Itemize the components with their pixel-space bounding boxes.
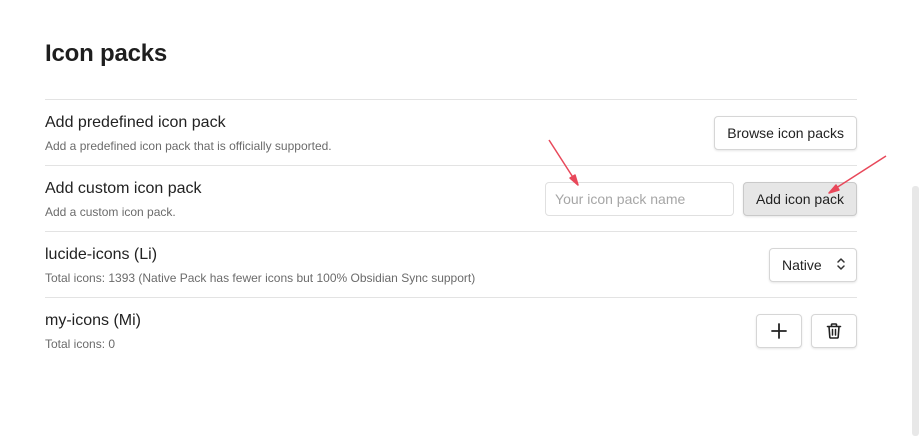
setting-control: Add icon pack	[545, 182, 857, 216]
setting-description: Total icons: 1393 (Native Pack has fewer…	[45, 271, 476, 285]
setting-name: lucide-icons (Li)	[45, 246, 158, 263]
settings-page: Icon packs Add predefined icon pack Add …	[0, 0, 919, 436]
setting-description: Add a custom icon pack.	[45, 205, 176, 219]
setting-name: my-icons (Mi)	[45, 312, 141, 329]
browse-icon-packs-button[interactable]: Browse icon packs	[714, 116, 857, 150]
setting-add-predefined-pack: Add predefined icon pack Add a predefine…	[45, 99, 857, 165]
pack-mode-dropdown[interactable]: Native	[769, 248, 857, 282]
setting-add-custom-pack: Add custom icon pack Add a custom icon p…	[45, 165, 857, 231]
delete-pack-button[interactable]	[811, 314, 857, 348]
add-icon-button[interactable]	[756, 314, 802, 348]
icon-pack-name-input[interactable]	[545, 182, 735, 216]
setting-lucide-icons: lucide-icons (Li) Total icons: 1393 (Nat…	[45, 231, 857, 297]
chevron-up-down-icon	[836, 257, 846, 274]
setting-my-icons: my-icons (Mi) Total icons: 0	[45, 297, 857, 363]
dropdown-selected-value: Native	[782, 257, 822, 273]
setting-description: Total icons: 0	[45, 337, 116, 351]
add-icon-pack-button[interactable]: Add icon pack	[743, 182, 857, 216]
setting-control: Browse icon packs	[714, 116, 857, 150]
setting-control: Native	[769, 248, 857, 282]
setting-description: Add a predefined icon pack that is offic…	[45, 139, 332, 153]
plus-icon	[770, 322, 788, 340]
page-title: Icon packs	[45, 40, 168, 67]
setting-name: Add predefined icon pack	[45, 114, 226, 131]
setting-name: Add custom icon pack	[45, 180, 202, 197]
settings-list: Add predefined icon pack Add a predefine…	[45, 99, 857, 363]
trash-icon	[825, 322, 843, 340]
setting-control	[756, 314, 857, 348]
scrollbar[interactable]	[912, 186, 919, 436]
